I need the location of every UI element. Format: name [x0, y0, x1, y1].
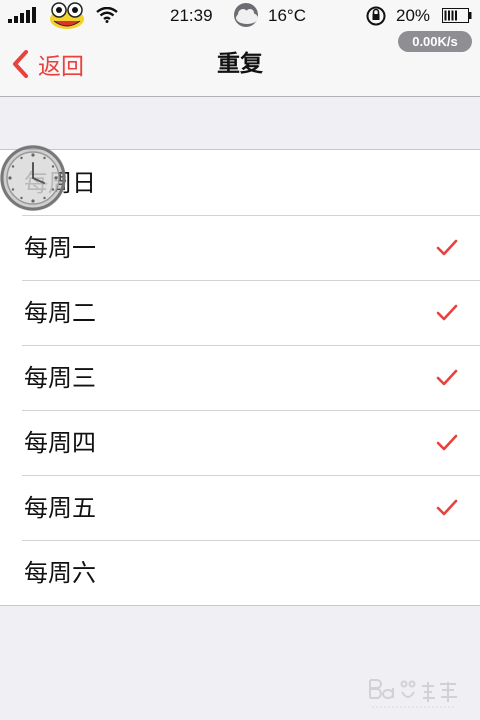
assistive-touch-button[interactable]	[0, 145, 66, 211]
repeat-days-list: 每周日 每周一 每周二 每周三 每周四 每周五 每周六	[0, 149, 480, 606]
status-bar: 21:39 16°C 20%	[0, 0, 480, 32]
wifi-icon	[96, 7, 118, 23]
back-button-label: 返回	[38, 54, 84, 80]
status-time: 21:39	[170, 6, 213, 25]
mascot-frog-icon	[50, 2, 84, 29]
baidu-jingyan-watermark-logo	[369, 679, 457, 708]
list-item-wednesday[interactable]: 每周三	[0, 345, 480, 410]
checkmark-icon	[436, 434, 458, 451]
network-speed-badge: 0.00K/s	[398, 31, 472, 52]
checkmark-icon	[436, 304, 458, 321]
signal-bars-icon	[8, 7, 36, 23]
list-item-label: 每周五	[24, 494, 96, 522]
chevron-left-icon	[13, 50, 28, 78]
checkmark-icon	[436, 499, 458, 516]
status-battery-percent: 20%	[396, 6, 431, 25]
status-temperature: 16°C	[268, 6, 306, 25]
clock-icon	[0, 145, 66, 211]
list-item-label: 每周三	[24, 364, 96, 392]
list-item-label: 每周四	[24, 429, 96, 457]
checkmark-icon	[436, 369, 458, 386]
list-item-tuesday[interactable]: 每周二	[0, 280, 480, 345]
list-item-label: 每周二	[24, 299, 96, 327]
list-item-monday[interactable]: 每周一	[0, 215, 480, 280]
list-item-sunday[interactable]: 每周日	[0, 150, 480, 215]
list-item-saturday[interactable]: 每周六	[0, 540, 480, 605]
back-button[interactable]: 返回	[10, 46, 84, 82]
battery-icon	[442, 8, 472, 23]
checkmark-icon	[436, 239, 458, 256]
list-item-thursday[interactable]: 每周四	[0, 410, 480, 475]
list-item-label: 每周一	[24, 234, 96, 262]
list-item-label: 每周六	[24, 559, 96, 587]
list-item-friday[interactable]: 每周五	[0, 475, 480, 540]
rotation-lock-icon	[366, 6, 386, 26]
weather-cloud-icon	[234, 3, 258, 27]
